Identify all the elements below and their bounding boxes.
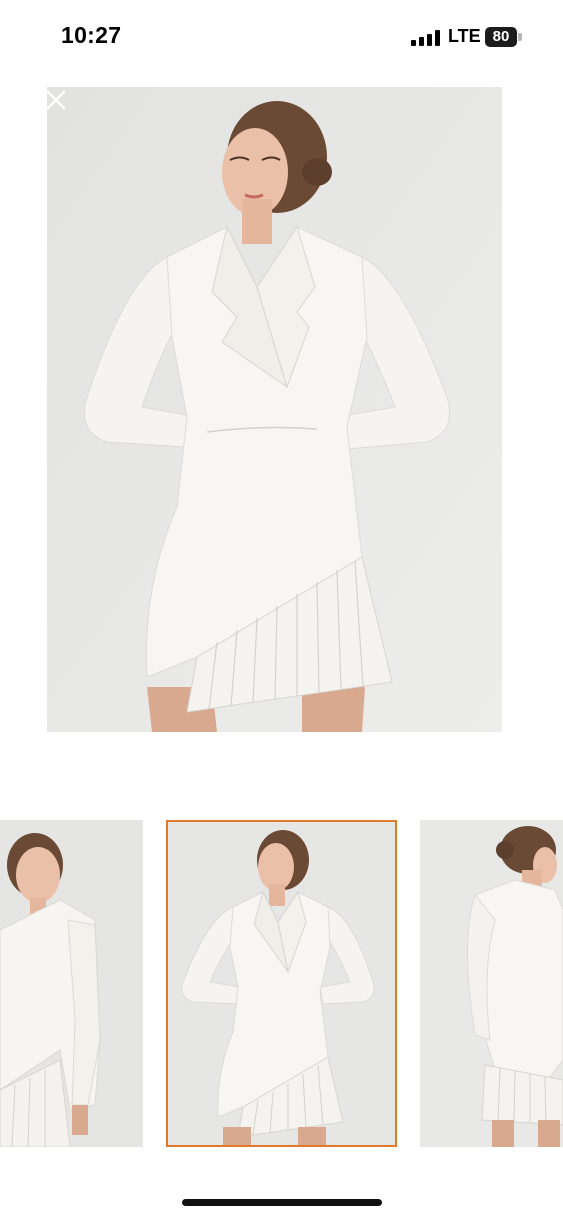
model-front-illustration [47,87,502,732]
battery-cap [518,33,522,41]
model-side-thumbnail [0,820,143,1147]
thumbnail-3[interactable] [420,820,563,1147]
thumbnail-2-selected[interactable] [166,820,397,1147]
main-product-image[interactable] [47,87,502,732]
cellular-signal-icon [411,30,441,46]
thumbnail-1[interactable] [0,820,143,1147]
close-icon [46,90,66,110]
battery-level: 80 [492,28,510,45]
status-time: 10:27 [61,22,122,48]
network-type: LTE [448,26,481,46]
battery-icon: 80 [485,27,517,47]
home-indicator[interactable] [182,1199,382,1206]
model-front-thumbnail [168,822,395,1145]
model-back-thumbnail [420,820,563,1147]
close-button[interactable] [42,86,70,114]
status-bar: 10:27 LTE 80 [0,0,563,76]
